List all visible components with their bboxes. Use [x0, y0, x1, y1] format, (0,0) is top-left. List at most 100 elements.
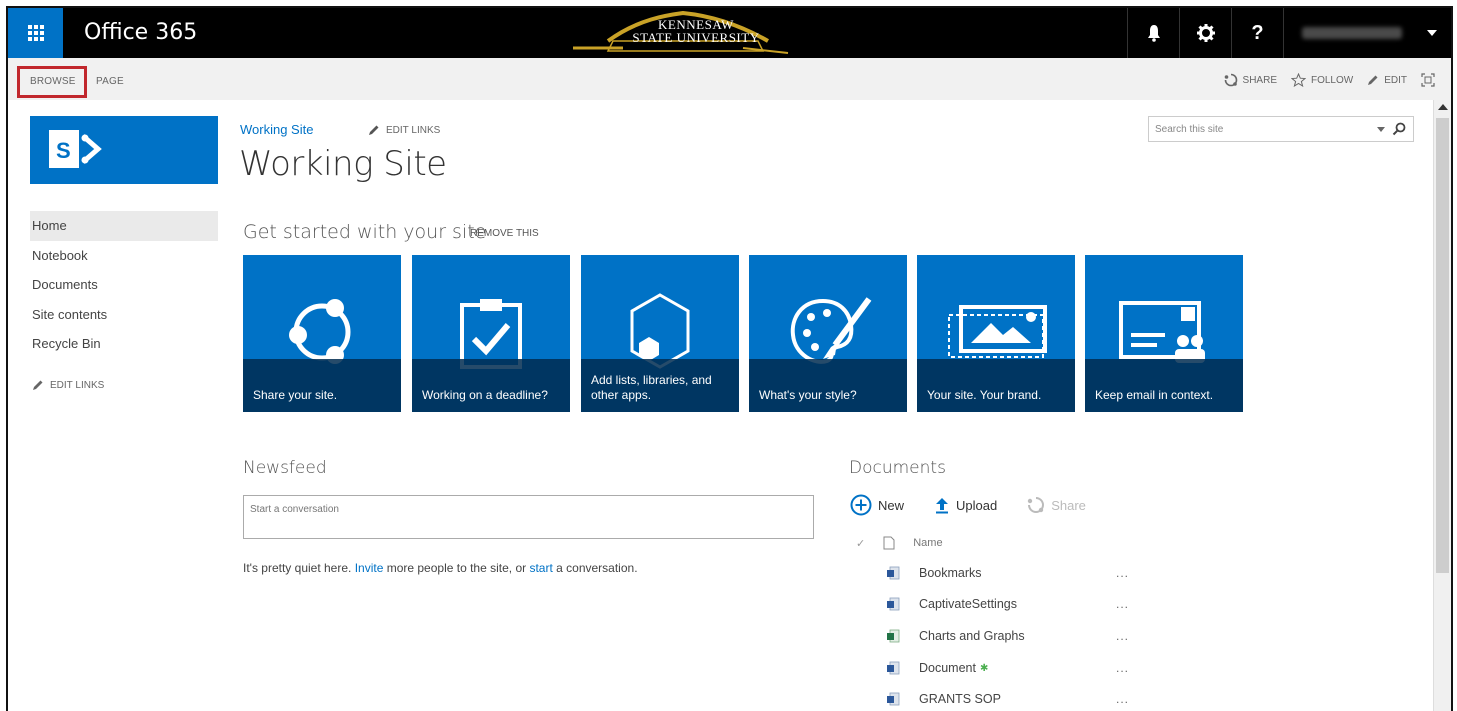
tile-caption: Share your site. [253, 388, 338, 402]
suite-bar: Office 365 KENNESAW STATE UNIVERSITY ? [8, 8, 1451, 58]
tile-band [1085, 359, 1243, 412]
tab-page[interactable]: PAGE [96, 76, 124, 87]
select-all-checkmark-icon[interactable]: ✓ [856, 537, 865, 550]
list-item[interactable]: Charts and Graphs ... [886, 622, 1186, 650]
nav-item-site-contents[interactable]: Site contents [30, 300, 218, 330]
office365-brand[interactable]: Office 365 [84, 20, 197, 45]
scroll-up-arrow-icon[interactable] [1438, 104, 1448, 110]
list-item[interactable]: Document ✱ ... [886, 654, 1186, 682]
document-name[interactable]: Bookmarks [919, 566, 982, 580]
nav-item-recycle-bin[interactable]: Recycle Bin [30, 329, 218, 359]
search-icon[interactable] [1391, 121, 1407, 137]
nav-item-notebook[interactable]: Notebook [30, 241, 218, 271]
share-icon [1028, 497, 1045, 513]
start-link[interactable]: start [529, 561, 552, 575]
list-item[interactable]: Bookmarks ... [886, 559, 1186, 587]
app-launcher-icon [27, 25, 44, 41]
document-name[interactable]: CaptivateSettings [919, 597, 1017, 611]
share-button[interactable]: SHARE [1224, 73, 1277, 87]
documents-heading: Documents [849, 458, 946, 478]
documents-toolbar: New Upload Share [850, 493, 1116, 517]
edit-button[interactable]: EDIT [1367, 74, 1407, 86]
share-doc-button[interactable]: Share [1027, 496, 1086, 514]
search-input[interactable] [1155, 122, 1365, 136]
conversation-box [243, 495, 814, 539]
more-options-icon[interactable]: ... [1116, 661, 1129, 675]
upload-arrow-icon [936, 498, 949, 514]
list-item[interactable]: CaptivateSettings ... [886, 590, 1186, 618]
more-options-icon[interactable]: ... [1116, 629, 1129, 643]
list-item[interactable]: GRANTS SOP ... [886, 685, 1186, 711]
tile-add-apps[interactable]: Add lists, libraries, and other apps. [581, 255, 739, 412]
focus-on-content-button[interactable] [1421, 73, 1435, 87]
share-label: SHARE [1242, 74, 1277, 86]
more-options-icon[interactable]: ... [1116, 692, 1129, 706]
newsfeed-empty-message: It's pretty quiet here. Invite more peop… [243, 561, 638, 575]
tile-share-your-site[interactable]: Share your site. [243, 255, 401, 412]
nav-edit-links-button[interactable]: EDIT LINKS [32, 379, 104, 391]
top-edit-links-button[interactable]: EDIT LINKS [368, 124, 440, 136]
new-item-indicator-icon: ✱ [979, 662, 989, 674]
scrollbar-thumb[interactable] [1436, 118, 1449, 573]
tab-browse[interactable]: BROWSE [30, 76, 76, 87]
bell-icon [1147, 25, 1160, 42]
search-box [1148, 116, 1414, 142]
notifications-button[interactable] [1127, 8, 1179, 58]
app-launcher-button[interactable] [8, 8, 63, 58]
more-options-icon[interactable]: ... [1116, 597, 1129, 611]
file-type-icon [883, 536, 895, 550]
gear-icon [1196, 24, 1215, 42]
user-name-blurred [1302, 27, 1402, 39]
follow-label: FOLLOW [1310, 74, 1354, 86]
nav-edit-links-label: EDIT LINKS [50, 379, 105, 391]
vertical-scrollbar[interactable] [1433, 100, 1451, 711]
breadcrumb[interactable]: Working Site [240, 122, 313, 137]
tile-caption: Your site. Your brand. [927, 388, 1042, 402]
quiet-prefix: It's pretty quiet here. [243, 561, 355, 575]
tile-caption: Keep email in context. [1095, 388, 1214, 402]
get-started-heading: Get started with your site [243, 221, 487, 243]
share-icon [1224, 73, 1237, 87]
quiet-suffix: a conversation. [552, 561, 638, 575]
user-menu[interactable] [1283, 8, 1451, 58]
new-document-button[interactable]: New [850, 494, 904, 516]
tile-keep-email[interactable]: Keep email in context. [1085, 255, 1243, 412]
more-options-icon[interactable]: ... [1116, 566, 1129, 580]
sharepoint-logo-icon: S [49, 130, 102, 168]
excel-doc-icon [887, 629, 900, 643]
invite-link[interactable]: Invite [355, 561, 384, 575]
document-name[interactable]: Document [919, 661, 976, 675]
column-name-header[interactable]: Name [913, 537, 942, 549]
plus-circle-icon [850, 494, 872, 516]
sharepoint-logo[interactable]: S [30, 116, 218, 184]
nav-item-documents[interactable]: Documents [30, 270, 218, 300]
remove-this-link[interactable]: REMOVE THIS [470, 228, 539, 239]
quick-launch-nav: Home Notebook Documents Site contents Re… [30, 211, 218, 359]
help-icon: ? [1251, 21, 1264, 44]
tile-band [917, 359, 1075, 412]
tile-caption: Working on a deadline? [422, 388, 548, 402]
search-scope-dropdown-icon[interactable] [1377, 127, 1385, 132]
document-name[interactable]: Charts and Graphs [919, 629, 1025, 643]
tile-band [243, 359, 401, 412]
word-doc-icon [887, 661, 900, 675]
ribbon-actions: SHARE FOLLOW EDIT [1210, 73, 1435, 87]
follow-button[interactable]: FOLLOW [1290, 73, 1354, 87]
settings-button[interactable] [1179, 8, 1231, 58]
tile-working-on-deadline[interactable]: Working on a deadline? [412, 255, 570, 412]
pencil-icon [33, 380, 43, 390]
tile-whats-your-style[interactable]: What's your style? [749, 255, 907, 412]
nav-item-home[interactable]: Home [30, 211, 218, 241]
documents-header: ✓ Name [856, 533, 943, 553]
suite-bar-actions: ? [1127, 8, 1451, 58]
document-name[interactable]: GRANTS SOP [919, 692, 1001, 706]
start-conversation-input[interactable] [250, 504, 790, 515]
tile-caption: Add lists, libraries, and other apps. [591, 373, 712, 402]
tile-your-brand[interactable]: Your site. Your brand. [917, 255, 1075, 412]
upload-label: Upload [956, 497, 998, 513]
ksu-logo-line2: STATE UNIVERSITY [632, 30, 760, 45]
ribbon: BROWSE PAGE SHARE FOLLOW EDIT [8, 58, 1451, 100]
pencil-icon [1368, 75, 1378, 85]
help-button[interactable]: ? [1231, 8, 1283, 58]
upload-button[interactable]: Upload [934, 496, 997, 514]
